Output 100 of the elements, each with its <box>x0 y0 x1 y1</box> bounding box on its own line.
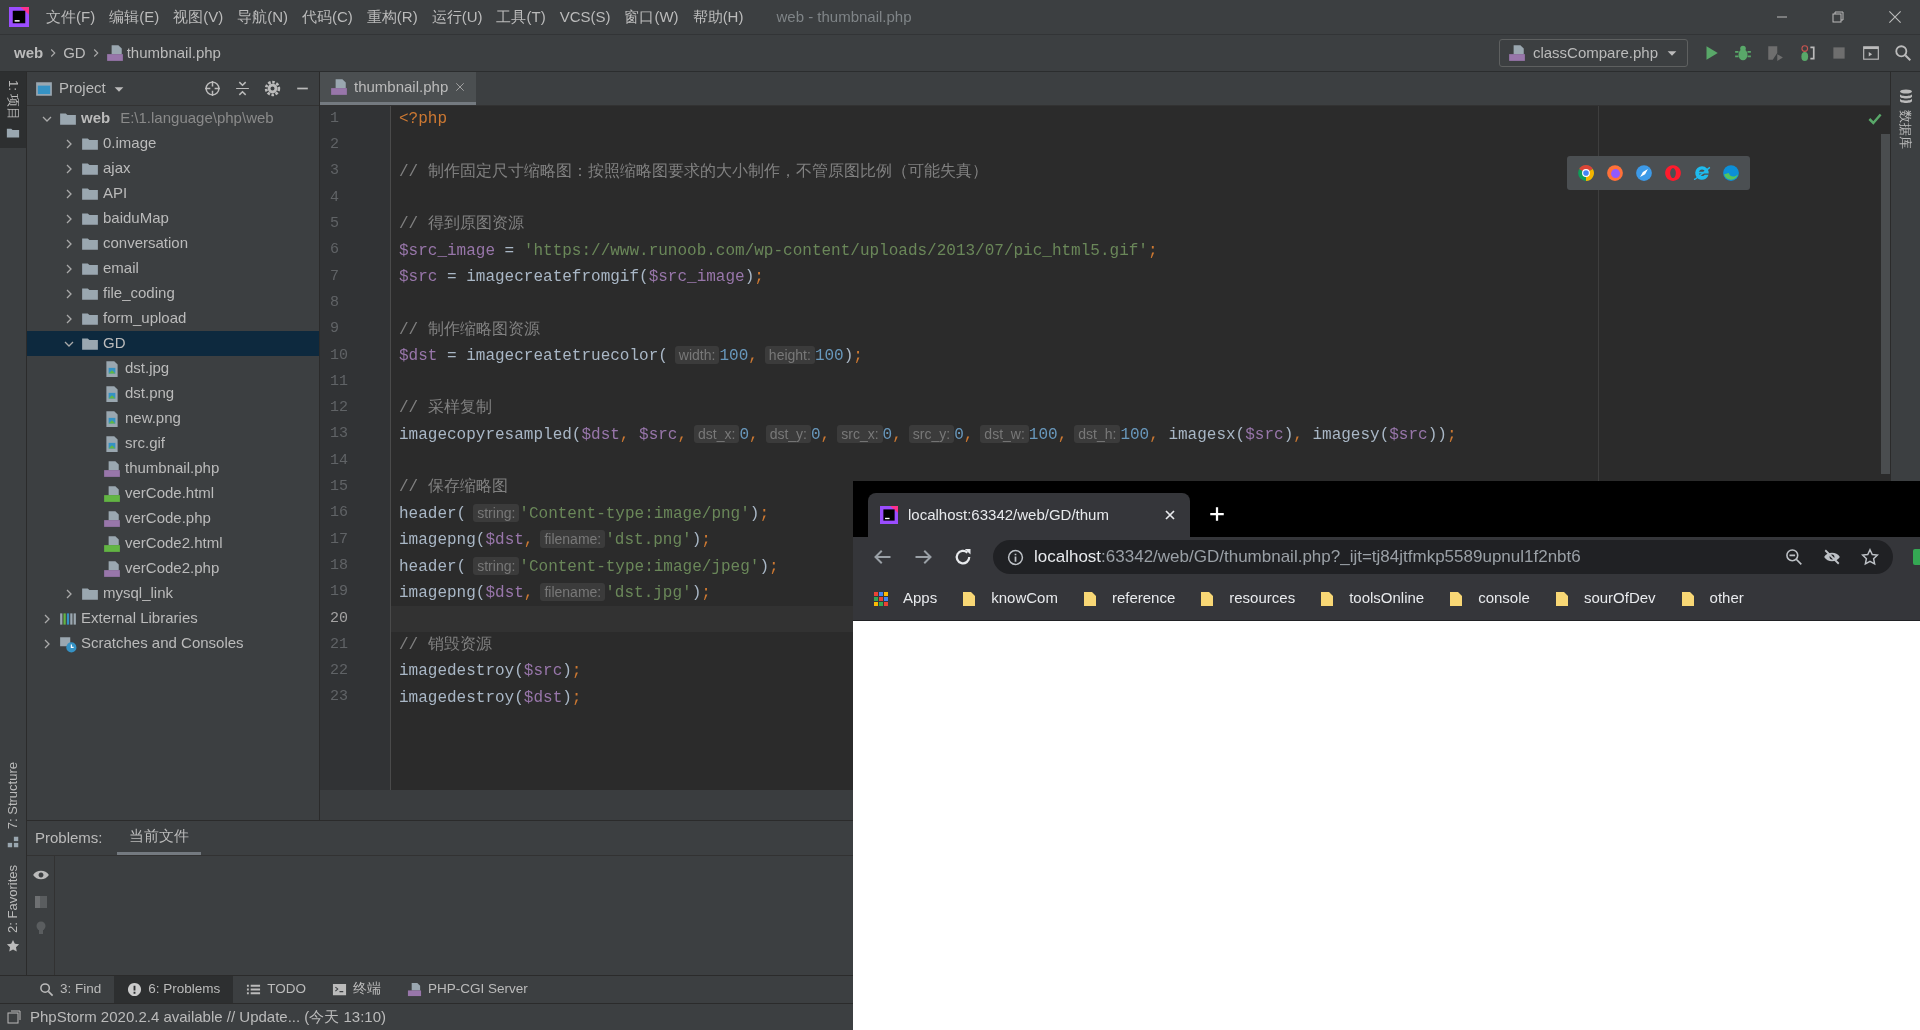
tool-window-tab[interactable]: TODO <box>233 976 320 1003</box>
info-icon[interactable] <box>1007 548 1024 566</box>
new-tab-icon[interactable] <box>1208 505 1226 523</box>
chrome-icon[interactable] <box>1577 164 1595 182</box>
tree-item[interactable]: External Libraries <box>27 606 319 631</box>
menu-item[interactable]: 文件(F) <box>39 5 103 29</box>
tool-window-tab[interactable]: PHP-CGI Server <box>394 976 541 1003</box>
tree-item[interactable]: GD <box>27 331 319 356</box>
edge-icon[interactable] <box>1722 164 1740 182</box>
menu-item[interactable]: 工具(T) <box>489 5 553 29</box>
bookmark[interactable]: sourOfDev <box>1553 587 1656 610</box>
code-line: imagecopyresampled($dst, $src, dst_x: 0, dst_y: 0, src_x: 0, src_y: 0, dst_w: 100, dst_h: 100, imagesx($src), imagesy($src)); <box>399 424 1457 447</box>
status-message[interactable]: PhpStorm 2020.2.4 available // Update... (今天 13:10) <box>30 1005 387 1029</box>
folder-icon <box>1679 590 1696 607</box>
menu-item[interactable]: 运行(U) <box>424 5 490 29</box>
tree-item[interactable]: file_coding <box>27 281 319 306</box>
tree-item[interactable]: new.png <box>27 406 319 431</box>
window-icon[interactable] <box>1862 44 1880 62</box>
tool-window-tab[interactable]: 6: Problems <box>114 976 234 1003</box>
code-line: // 保存缩略图 <box>399 476 508 499</box>
firefox-icon[interactable] <box>1606 164 1624 182</box>
tool-window-tab[interactable]: 1: 项目 <box>0 72 26 149</box>
extension-icon[interactable] <box>1913 547 1920 567</box>
bookmark[interactable]: reference <box>1081 587 1176 610</box>
tool-window-tab[interactable]: 2: Favorites <box>0 857 26 961</box>
tool-window-tab[interactable]: 7: Structure <box>0 753 26 858</box>
ie-icon[interactable] <box>1693 164 1711 182</box>
project-view-dropdown[interactable]: Project <box>35 77 126 100</box>
bookmark[interactable]: other <box>1679 587 1744 610</box>
zoom-out-icon[interactable] <box>1785 548 1803 566</box>
tree-item[interactable]: web E:\1.language\php\web <box>27 106 319 131</box>
tree-item[interactable]: conversation <box>27 231 319 256</box>
tree-item[interactable]: form_upload <box>27 306 319 331</box>
star-icon[interactable] <box>1861 548 1879 566</box>
bookmark[interactable]: console <box>1448 587 1530 610</box>
collapse-icon[interactable] <box>234 80 251 97</box>
scrollbar[interactable] <box>1881 134 1890 474</box>
tool-window-tab[interactable]: 终端 <box>319 976 395 1003</box>
run-configuration-dropdown[interactable]: classCompare.php <box>1498 39 1688 67</box>
reload-icon[interactable] <box>953 547 973 567</box>
address-bar[interactable]: localhost:63342/web/GD/thumbnail.php?_ijt=tj84jtfmkp5589upnul1f2nbt6 <box>993 540 1893 574</box>
menu-item[interactable]: 代码(C) <box>295 5 360 29</box>
crosshair-icon[interactable] <box>204 80 221 97</box>
tool-window-tab[interactable]: 数据库 <box>1895 80 1916 157</box>
bookmark[interactable]: Apps <box>873 587 938 610</box>
tree-item[interactable]: src.gif <box>27 431 319 456</box>
structure-icon <box>6 835 20 850</box>
tree-item[interactable]: verCode.php <box>27 506 319 531</box>
profiler-icon[interactable] <box>1798 44 1816 62</box>
code-line: // 采样复制 <box>399 398 492 420</box>
window-icon[interactable] <box>6 1009 22 1025</box>
tree-item[interactable]: verCode.html <box>27 481 319 506</box>
compass-icon[interactable] <box>1635 164 1653 182</box>
menu-item[interactable]: 重构(R) <box>359 5 425 29</box>
bookmark[interactable]: toolsOnline <box>1319 587 1425 610</box>
bug-icon[interactable] <box>1734 44 1752 62</box>
php-file-icon <box>407 982 423 997</box>
code-line: // 制作缩略图资源 <box>399 319 540 341</box>
tree-item[interactable]: baiduMap <box>27 206 319 231</box>
html-file-icon <box>103 484 121 503</box>
php-file-icon <box>103 459 121 478</box>
tree-item[interactable]: dst.png <box>27 381 319 406</box>
folder-icon <box>1448 590 1465 607</box>
breadcrumb-item[interactable]: thumbnail.php <box>126 41 221 65</box>
editor-tab[interactable]: thumbnail.php <box>320 72 477 105</box>
scope-tab[interactable]: 当前文件 <box>116 821 201 855</box>
star-icon <box>6 939 20 953</box>
app-logo-icon <box>9 7 29 27</box>
menu-item[interactable]: 帮助(H) <box>685 5 751 29</box>
tree-item[interactable]: mysql_link <box>27 581 319 606</box>
menu-item[interactable]: 视图(V) <box>166 5 231 29</box>
tree-item[interactable]: dst.jpg <box>27 356 319 381</box>
restore-icon[interactable] <box>1830 9 1846 25</box>
search-icon[interactable] <box>1894 44 1912 62</box>
tree-item[interactable]: verCode2.php <box>27 556 319 581</box>
breadcrumb-item[interactable]: web <box>14 41 44 65</box>
bookmark[interactable]: resources <box>1199 587 1296 610</box>
window-title: web - thumbnail.php <box>776 6 912 27</box>
tree-item[interactable]: verCode2.html <box>27 531 319 556</box>
close-icon[interactable] <box>1886 8 1904 26</box>
tree-item[interactable]: thumbnail.php <box>27 456 319 481</box>
php-file-icon <box>103 559 121 578</box>
breadcrumb-item[interactable]: GD <box>63 41 86 65</box>
tree-item[interactable]: API <box>27 181 319 206</box>
browser-tab[interactable]: localhost:63342/web/GD/thum <box>868 493 1190 537</box>
php-file-icon <box>103 509 121 528</box>
tree-item[interactable]: ajax <box>27 156 319 181</box>
folder-icon <box>961 590 978 607</box>
tool-window-tab[interactable]: 3: Find <box>26 976 115 1003</box>
tree-item[interactable]: email <box>27 256 319 281</box>
settings-icon[interactable] <box>264 80 281 97</box>
bookmark[interactable]: knowCom <box>961 587 1058 610</box>
eye-slash-icon[interactable] <box>1823 548 1841 566</box>
menu-item[interactable]: VCS(S) <box>552 5 618 29</box>
image-file-icon <box>103 359 121 378</box>
tree-item[interactable]: 0.image <box>27 131 319 156</box>
menu-item[interactable]: 导航(N) <box>230 5 295 29</box>
tree-item[interactable]: Scratches and Consoles <box>27 631 319 656</box>
menu-item[interactable]: 编辑(E) <box>102 5 167 29</box>
menu-item[interactable]: 窗口(W) <box>617 5 686 29</box>
